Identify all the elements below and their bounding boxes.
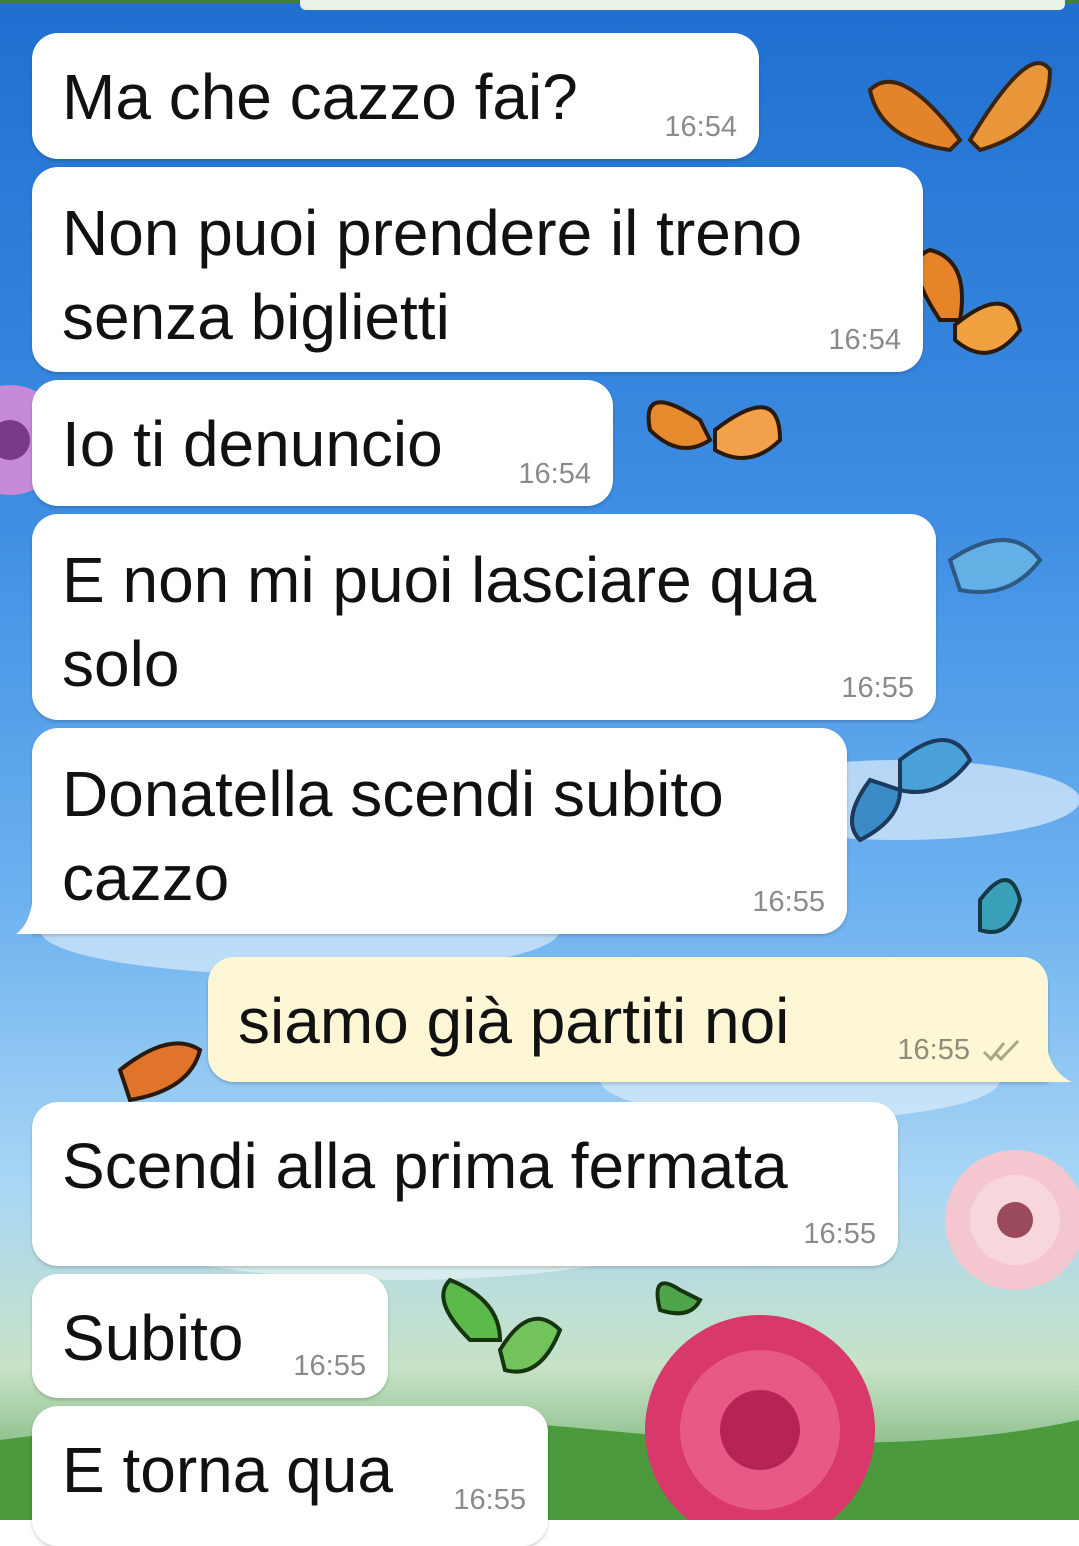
double-check-icon <box>982 1039 1020 1062</box>
message-timestamp: 16:54 <box>518 458 591 490</box>
message-bubble-incoming[interactable]: Ma che cazzo fai? 16:54 <box>32 33 759 159</box>
message-timestamp: 16:55 <box>293 1350 366 1382</box>
message-bubble-incoming[interactable]: Io ti denuncio 16:54 <box>32 380 613 506</box>
message-text: Donatella scendi subito cazzo <box>62 758 724 914</box>
message-text: Ma che cazzo fai? <box>62 61 578 133</box>
message-bubble-incoming[interactable]: Scendi alla prima fermata 16:55 <box>32 1102 898 1266</box>
message-bubble-incoming[interactable]: Donatella scendi subito cazzo 16:55 <box>32 728 847 934</box>
message-bubble-incoming[interactable]: E non mi puoi lasciare qua solo 16:55 <box>32 514 936 720</box>
message-timestamp: 16:54 <box>828 324 901 356</box>
message-text: Scendi alla prima fermata <box>62 1130 788 1202</box>
message-text: Subito <box>62 1302 244 1374</box>
message-bubble-outgoing[interactable]: siamo già partiti noi 16:55 <box>208 957 1048 1082</box>
flower-icon <box>945 1150 1079 1290</box>
message-timestamp: 16:54 <box>664 111 737 143</box>
message-text: Non puoi prendere il treno senza bigliet… <box>62 197 803 353</box>
message-bubble-incoming[interactable]: E torna qua 16:55 <box>32 1406 548 1546</box>
bubble-tail <box>1048 1052 1072 1082</box>
message-timestamp: 16:55 <box>841 672 914 704</box>
bubble-tail <box>16 904 32 934</box>
message-text: E torna qua <box>62 1434 393 1506</box>
message-timestamp: 16:55 <box>752 886 825 918</box>
message-text: siamo già partiti noi <box>238 985 790 1057</box>
butterfly-icon <box>867 61 1053 153</box>
message-bubble-incoming[interactable]: Non puoi prendere il treno senza bigliet… <box>32 167 923 372</box>
top-bar <box>300 0 1065 10</box>
message-timestamp: 16:55 <box>897 1034 970 1066</box>
message-timestamp: 16:55 <box>453 1484 526 1516</box>
message-text: E non mi puoi lasciare qua solo <box>62 544 817 700</box>
message-text: Io ti denuncio <box>62 408 443 480</box>
message-timestamp: 16:55 <box>803 1218 876 1250</box>
message-bubble-incoming[interactable]: Subito 16:55 <box>32 1274 388 1398</box>
